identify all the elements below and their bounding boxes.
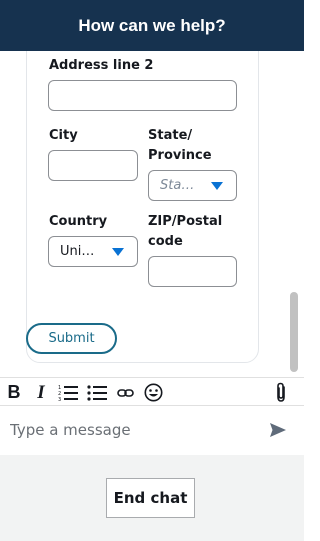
chat-footer: End chat: [0, 455, 304, 541]
state-select[interactable]: Sta…: [148, 170, 237, 201]
link-icon[interactable]: [117, 382, 134, 403]
country-label: Country: [49, 214, 108, 229]
chevron-down-icon: [112, 248, 124, 256]
bullet-list-icon[interactable]: [87, 382, 109, 403]
country-select-value: Uni…: [60, 244, 95, 259]
emoji-icon[interactable]: [144, 382, 163, 403]
state-select-placeholder: Sta…: [160, 178, 195, 193]
chevron-down-icon: [211, 182, 223, 190]
city-label: City: [49, 128, 78, 143]
svg-text:3: 3: [58, 397, 61, 402]
submit-button[interactable]: Submit: [26, 323, 117, 354]
address-line2-label: Address line 2: [49, 58, 154, 73]
zip-label-line2: code: [148, 234, 183, 249]
bold-icon[interactable]: B: [7, 382, 21, 403]
city-field[interactable]: [48, 150, 138, 181]
attachment-icon[interactable]: [274, 382, 288, 403]
address-form-card: Address line 2 City State/ Province Sta……: [26, 51, 259, 363]
zip-field[interactable]: [148, 256, 237, 287]
numbered-list-icon[interactable]: 1 2 3: [58, 382, 80, 403]
formatting-toolbar: B I 1 2 3: [0, 377, 304, 406]
end-chat-button[interactable]: End chat: [106, 478, 195, 518]
message-composer: [0, 406, 304, 455]
address-line2-field[interactable]: [48, 80, 237, 111]
message-input[interactable]: [10, 419, 260, 441]
zip-label-line1: ZIP/Postal: [148, 214, 223, 229]
italic-icon[interactable]: I: [34, 382, 48, 403]
country-select[interactable]: Uni…: [48, 236, 138, 267]
state-label-line2: Province: [148, 148, 212, 163]
state-label-line1: State/: [148, 128, 193, 143]
chat-scroll-area[interactable]: Address line 2 City State/ Province Sta……: [0, 51, 304, 377]
chat-header-title: How can we help?: [78, 15, 226, 35]
chat-header: How can we help?: [0, 0, 304, 51]
scrollbar-thumb[interactable]: [290, 292, 298, 372]
send-icon[interactable]: [268, 421, 288, 439]
